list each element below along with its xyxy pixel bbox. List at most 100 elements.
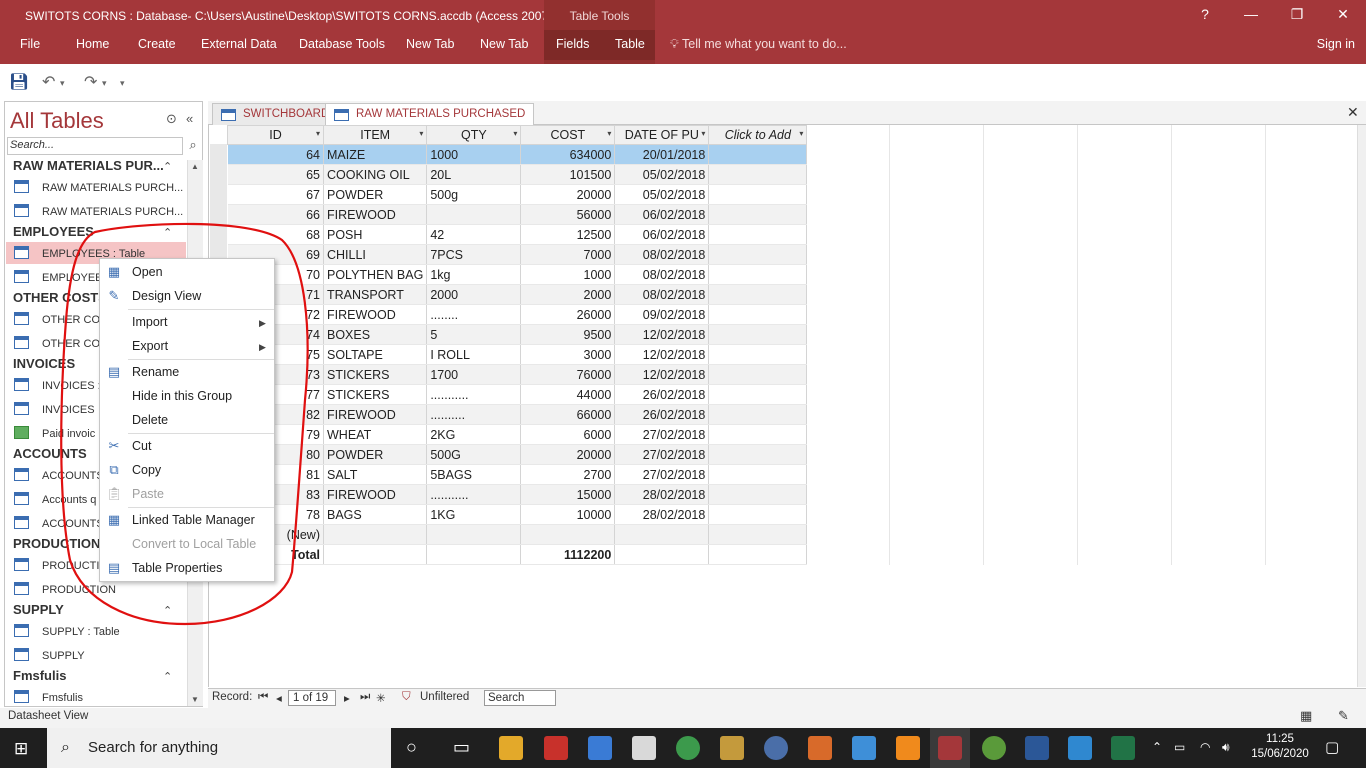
- table-cell[interactable]: 28/02/2018: [614, 484, 710, 505]
- table-cell[interactable]: [708, 344, 808, 365]
- nav-group-employees[interactable]: EMPLOYEES: [13, 224, 94, 239]
- table-cell[interactable]: [708, 144, 808, 165]
- table-cell[interactable]: FIREWOOD: [323, 204, 428, 225]
- total-cell[interactable]: [323, 544, 428, 565]
- table-row[interactable]: 67 POWDER 500g 20000 05/02/2018: [227, 184, 808, 205]
- table-cell[interactable]: 08/02/2018: [614, 264, 710, 285]
- math-app-icon[interactable]: [764, 736, 788, 760]
- table-row[interactable]: 64 MAIZE 1000 634000 20/01/2018: [227, 144, 808, 165]
- menu-item-rename[interactable]: Rename: [132, 365, 179, 379]
- save-icon[interactable]: 💾︎: [9, 72, 29, 92]
- table-cell[interactable]: STICKERS: [323, 364, 428, 385]
- table-cell[interactable]: [708, 324, 808, 345]
- nav-menu-dropdown-icon[interactable]: ⊙: [166, 111, 177, 127]
- table-cell[interactable]: BOXES: [323, 324, 428, 345]
- table-cell[interactable]: 1000: [426, 144, 522, 165]
- taskbar-clock[interactable]: 11:25 15/06/2020: [1248, 732, 1312, 762]
- table-row[interactable]: 65 COOKING OIL 20L 101500 05/02/2018: [227, 164, 808, 185]
- nav-item-production-table[interactable]: PRODUCTIO: [14, 558, 108, 572]
- nav-item-raw-materials-table[interactable]: RAW MATERIALS PURCH...: [14, 180, 183, 194]
- nav-item-supply-form[interactable]: SUPPLY: [14, 648, 85, 662]
- chrome-icon[interactable]: [676, 736, 700, 760]
- ribbon-tab-file[interactable]: File: [20, 37, 40, 51]
- column-header-cost[interactable]: COST ▾: [520, 125, 616, 145]
- table-cell[interactable]: 67: [227, 184, 324, 205]
- column-dropdown-icon[interactable]: ▾: [799, 129, 803, 138]
- table-cell[interactable]: 28/02/2018: [614, 504, 710, 525]
- photos-icon[interactable]: [1068, 736, 1092, 760]
- store-icon[interactable]: [588, 736, 612, 760]
- table-row[interactable]: 81 SALT 5BAGS 2700 27/02/2018: [227, 464, 808, 485]
- table-cell[interactable]: 1000: [520, 264, 616, 285]
- globe-icon[interactable]: [982, 736, 1006, 760]
- ribbon-tab-fields[interactable]: Fields: [556, 37, 589, 51]
- table-cell[interactable]: 1KG: [426, 504, 522, 525]
- menu-item-table-properties[interactable]: Table Properties: [132, 561, 222, 575]
- menu-item-open[interactable]: Open: [132, 265, 163, 279]
- table-cell[interactable]: ........: [426, 304, 522, 325]
- taskbar-search-box[interactable]: ⌕ Search for anything: [47, 728, 391, 768]
- ribbon-tab-database-tools[interactable]: Database Tools: [299, 37, 385, 51]
- table-cell[interactable]: [708, 264, 808, 285]
- chevron-up-icon[interactable]: ⌃: [163, 604, 172, 617]
- nav-item-invoices-form[interactable]: INVOICES: [14, 402, 95, 416]
- media-player-icon[interactable]: [808, 736, 832, 760]
- customize-qat-icon[interactable]: ▾: [120, 78, 125, 89]
- table-row[interactable]: 69 CHILLI 7PCS 7000 08/02/2018: [227, 244, 808, 265]
- table-row[interactable]: 82 FIREWOOD.......... 66000 26/02/2018: [227, 404, 808, 425]
- writer-icon[interactable]: [720, 736, 744, 760]
- table-row[interactable]: 78 BAGS 1KG 10000 28/02/2018: [227, 504, 808, 525]
- filter-status[interactable]: Unfiltered: [420, 691, 469, 703]
- menu-item-design-view[interactable]: Design View: [132, 289, 201, 303]
- column-header-qty[interactable]: QTY ▾: [426, 125, 522, 145]
- chevron-up-icon[interactable]: ⌃: [163, 670, 172, 683]
- nav-item-accounts-query[interactable]: Accounts q: [14, 492, 96, 506]
- table-cell[interactable]: [614, 524, 710, 545]
- nav-search-input[interactable]: Search...: [7, 137, 183, 155]
- table-cell[interactable]: STICKERS: [323, 384, 428, 405]
- word-icon[interactable]: [1025, 736, 1049, 760]
- table-cell[interactable]: [708, 484, 808, 505]
- chevron-up-icon[interactable]: ⌃: [163, 226, 172, 239]
- sign-in-link[interactable]: Sign in: [1317, 37, 1355, 51]
- table-cell[interactable]: [708, 524, 808, 545]
- notifications-icon[interactable]: ▢: [1325, 738, 1339, 756]
- ribbon-tab-table[interactable]: Table: [615, 37, 645, 51]
- column-dropdown-icon[interactable]: ▾: [607, 129, 611, 138]
- table-row[interactable]: 74 BOXES 5 9500 12/02/2018: [227, 324, 808, 345]
- table-cell[interactable]: CHILLI: [323, 244, 428, 265]
- nav-item-fmsfulis[interactable]: Fmsfulis: [14, 690, 83, 704]
- pdf-reader-icon[interactable]: [544, 736, 568, 760]
- table-cell[interactable]: [708, 184, 808, 205]
- table-cell[interactable]: 3000: [520, 344, 616, 365]
- table-cell[interactable]: 20/01/2018: [614, 144, 710, 165]
- table-cell[interactable]: [708, 464, 808, 485]
- volume-icon[interactable]: 🔊︎: [1222, 740, 1230, 755]
- table-cell[interactable]: FIREWOOD: [323, 404, 428, 425]
- chevron-up-icon[interactable]: ⌃: [163, 160, 172, 173]
- table-cell[interactable]: 1kg: [426, 264, 522, 285]
- table-cell[interactable]: 66: [227, 204, 324, 225]
- calculator-icon[interactable]: [632, 736, 656, 760]
- table-cell[interactable]: 65: [227, 164, 324, 185]
- windows-start-icon[interactable]: ⊞: [14, 739, 28, 759]
- ribbon-tab-new-tab-2[interactable]: New Tab: [480, 37, 528, 51]
- table-cell[interactable]: [708, 444, 808, 465]
- scroll-up-icon[interactable]: ▲: [191, 162, 199, 171]
- table-cell[interactable]: 09/02/2018: [614, 304, 710, 325]
- table-cell[interactable]: [708, 204, 808, 225]
- access-icon[interactable]: [938, 736, 962, 760]
- table-cell[interactable]: POLYTHEN BAG: [323, 264, 428, 285]
- column-header-id[interactable]: ID ▾: [227, 125, 324, 145]
- table-cell[interactable]: 05/02/2018: [614, 184, 710, 205]
- scroll-down-icon[interactable]: ▼: [191, 695, 199, 704]
- table-row[interactable]: 77 STICKERS........... 44000 26/02/2018: [227, 384, 808, 405]
- sorted-filter-icon[interactable]: ▾: [701, 129, 705, 138]
- table-row[interactable]: 83 FIREWOOD........... 15000 28/02/2018: [227, 484, 808, 505]
- wifi-icon[interactable]: ◠: [1200, 740, 1210, 754]
- table-cell[interactable]: 2000: [520, 284, 616, 305]
- table-cell[interactable]: 9500: [520, 324, 616, 345]
- datasheet-scrollbar[interactable]: [1357, 125, 1366, 687]
- nav-item-invoices-table[interactable]: INVOICES :: [14, 378, 101, 392]
- nav-group-raw-materials[interactable]: RAW MATERIALS PUR...: [13, 158, 164, 173]
